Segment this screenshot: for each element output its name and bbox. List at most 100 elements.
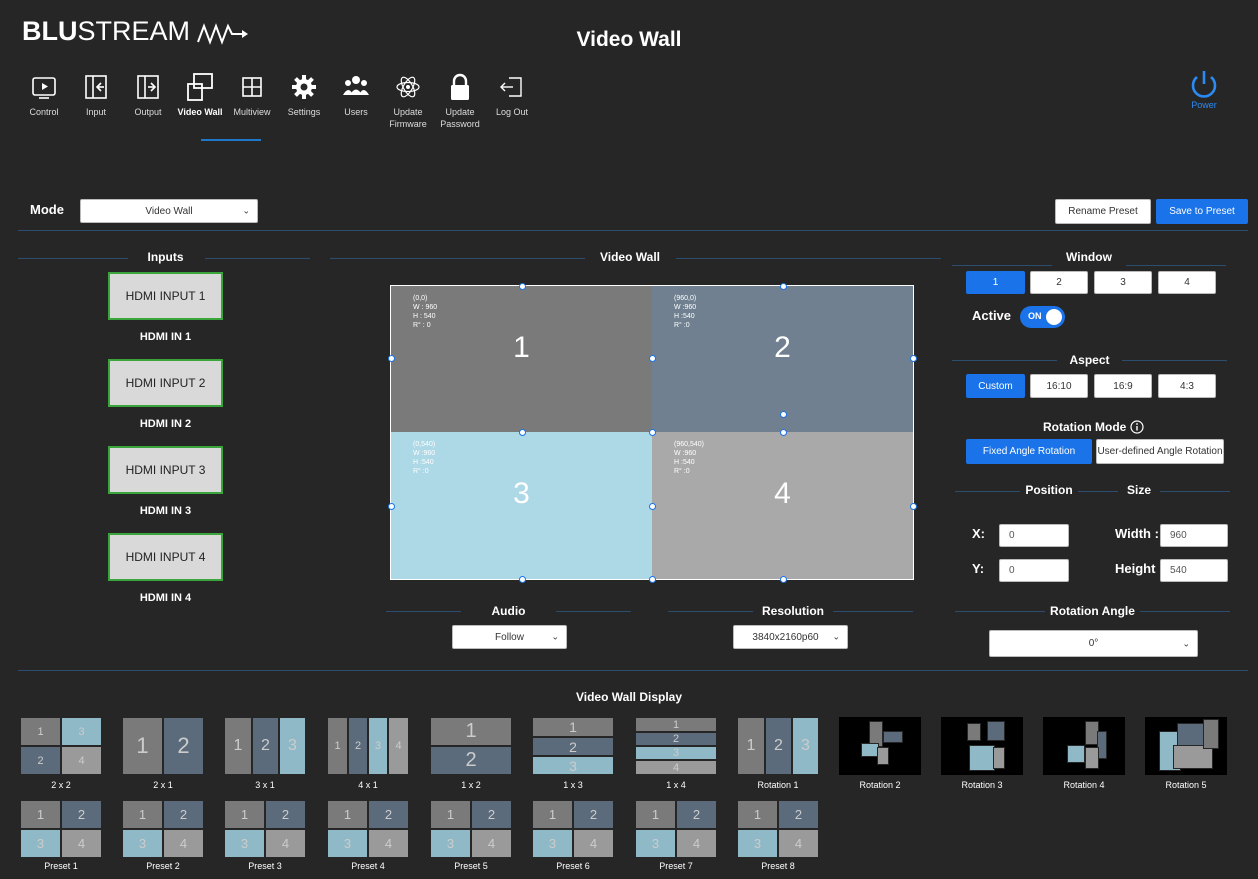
thumb-cell: 3 bbox=[532, 756, 614, 775]
thumb-cell: 4 bbox=[635, 760, 717, 775]
thumb-cell: 2 bbox=[252, 717, 279, 775]
thumb-cell: 3 bbox=[635, 829, 676, 858]
preset-thumbnail[interactable]: 1234 bbox=[532, 800, 614, 858]
thumb-cell bbox=[987, 721, 1005, 741]
layout-thumbnail[interactable]: 1234 bbox=[635, 717, 717, 775]
thumb-cell: 1 bbox=[737, 800, 778, 829]
thumb-cell: 3 bbox=[224, 829, 265, 858]
thumb-cell: 3 bbox=[792, 717, 819, 775]
layout-thumbnail-label: 1 x 2 bbox=[461, 780, 481, 790]
thumb-cell: 4 bbox=[573, 829, 614, 858]
preset-thumbnail[interactable]: 1234 bbox=[737, 800, 819, 858]
thumb-cell: 4 bbox=[388, 717, 409, 775]
layout-thumbnail[interactable]: 123 bbox=[737, 717, 819, 775]
thumb-cell: 3 bbox=[368, 717, 388, 775]
thumb-cell: 1 bbox=[635, 717, 717, 732]
preset-thumbnail-label: Preset 3 bbox=[248, 861, 282, 871]
thumb-cell: 2 bbox=[778, 800, 819, 829]
layout-thumbnail-label: 2 x 1 bbox=[153, 780, 173, 790]
thumb-cell: 2 bbox=[532, 737, 614, 756]
thumb-cell: 3 bbox=[635, 746, 717, 760]
layout-thumbnail[interactable]: 123 bbox=[532, 717, 614, 775]
layout-thumbnail[interactable]: 12 bbox=[430, 717, 512, 775]
preset-thumbnail[interactable]: 1234 bbox=[122, 800, 204, 858]
preset-thumbnail[interactable]: 1234 bbox=[635, 800, 717, 858]
layout-thumbnail-label: Rotation 5 bbox=[1165, 780, 1207, 790]
layout-thumbnail[interactable]: 123 bbox=[224, 717, 306, 775]
thumb-cell: 1 bbox=[122, 800, 163, 829]
thumb-cell: 2 bbox=[265, 800, 306, 829]
thumb-cell: 2 bbox=[163, 717, 204, 775]
thumb-cell: 1 bbox=[430, 717, 512, 746]
thumb-cell: 4 bbox=[676, 829, 717, 858]
thumb-cell: 1 bbox=[532, 717, 614, 737]
layout-thumbnail-label: 1 x 3 bbox=[563, 780, 583, 790]
layout-thumbnail[interactable] bbox=[839, 717, 921, 775]
preset-thumbnail-label: Preset 8 bbox=[761, 861, 795, 871]
thumb-cell: 2 bbox=[765, 717, 792, 775]
thumb-cell: 2 bbox=[368, 800, 409, 829]
thumb-cell bbox=[969, 745, 995, 771]
preset-thumbnail-label: Preset 5 bbox=[454, 861, 488, 871]
preset-thumbnail-label: Preset 4 bbox=[351, 861, 385, 871]
layout-thumbnails: 13242 x 2122 x 11233 x 112344 x 1121 x 2… bbox=[0, 0, 1258, 879]
layout-thumbnail-label: Rotation 2 bbox=[859, 780, 901, 790]
thumb-cell: 1 bbox=[532, 800, 573, 829]
thumb-cell: 1 bbox=[430, 800, 471, 829]
layout-thumbnail-label: 3 x 1 bbox=[255, 780, 275, 790]
thumb-cell: 1 bbox=[224, 717, 252, 775]
preset-thumbnail[interactable]: 1234 bbox=[327, 800, 409, 858]
thumb-cell: 1 bbox=[20, 717, 61, 746]
thumb-cell: 2 bbox=[635, 732, 717, 746]
layout-thumbnail[interactable]: 1324 bbox=[20, 717, 102, 775]
preset-thumbnail[interactable]: 1234 bbox=[224, 800, 306, 858]
thumb-cell: 3 bbox=[532, 829, 573, 858]
thumb-cell: 2 bbox=[471, 800, 512, 829]
thumb-cell: 2 bbox=[163, 800, 204, 829]
layout-thumbnail-label: Rotation 3 bbox=[961, 780, 1003, 790]
thumb-cell: 4 bbox=[265, 829, 306, 858]
thumb-cell: 1 bbox=[635, 800, 676, 829]
layout-thumbnail[interactable] bbox=[1145, 717, 1227, 775]
thumb-cell: 2 bbox=[430, 746, 512, 775]
thumb-cell: 3 bbox=[20, 829, 61, 858]
thumb-cell: 2 bbox=[676, 800, 717, 829]
thumb-cell bbox=[1203, 719, 1219, 749]
thumb-cell: 2 bbox=[20, 746, 61, 775]
thumb-cell: 2 bbox=[573, 800, 614, 829]
layout-thumbnail-label: 1 x 4 bbox=[666, 780, 686, 790]
thumb-cell: 3 bbox=[430, 829, 471, 858]
thumb-cell: 1 bbox=[122, 717, 163, 775]
thumb-cell: 1 bbox=[224, 800, 265, 829]
thumb-cell bbox=[1085, 747, 1099, 769]
thumb-cell: 3 bbox=[279, 717, 306, 775]
thumb-cell: 4 bbox=[471, 829, 512, 858]
preset-thumbnail-label: Preset 1 bbox=[44, 861, 78, 871]
layout-thumbnail-label: Rotation 4 bbox=[1063, 780, 1105, 790]
thumb-cell: 3 bbox=[327, 829, 368, 858]
preset-thumbnail[interactable]: 1234 bbox=[430, 800, 512, 858]
thumb-cell bbox=[1067, 745, 1085, 763]
thumb-cell bbox=[993, 747, 1005, 769]
thumb-cell: 1 bbox=[327, 800, 368, 829]
thumb-cell: 4 bbox=[778, 829, 819, 858]
layout-thumbnail-label: Rotation 1 bbox=[757, 780, 799, 790]
preset-thumbnail-label: Preset 2 bbox=[146, 861, 180, 871]
thumb-cell: 2 bbox=[348, 717, 368, 775]
thumb-cell: 4 bbox=[368, 829, 409, 858]
layout-thumbnail[interactable] bbox=[1043, 717, 1125, 775]
thumb-cell: 1 bbox=[737, 717, 765, 775]
preset-thumbnail[interactable]: 1234 bbox=[20, 800, 102, 858]
thumb-cell bbox=[967, 723, 981, 741]
thumb-cell: 3 bbox=[737, 829, 778, 858]
thumb-cell bbox=[883, 731, 903, 743]
layout-thumbnail[interactable] bbox=[941, 717, 1023, 775]
layout-thumbnail-label: 4 x 1 bbox=[358, 780, 378, 790]
thumb-cell: 1 bbox=[20, 800, 61, 829]
thumb-cell: 3 bbox=[61, 717, 102, 746]
layout-thumbnail[interactable]: 12 bbox=[122, 717, 204, 775]
thumb-cell: 3 bbox=[122, 829, 163, 858]
thumb-cell: 4 bbox=[61, 829, 102, 858]
layout-thumbnail[interactable]: 1234 bbox=[327, 717, 409, 775]
preset-thumbnail-label: Preset 7 bbox=[659, 861, 693, 871]
